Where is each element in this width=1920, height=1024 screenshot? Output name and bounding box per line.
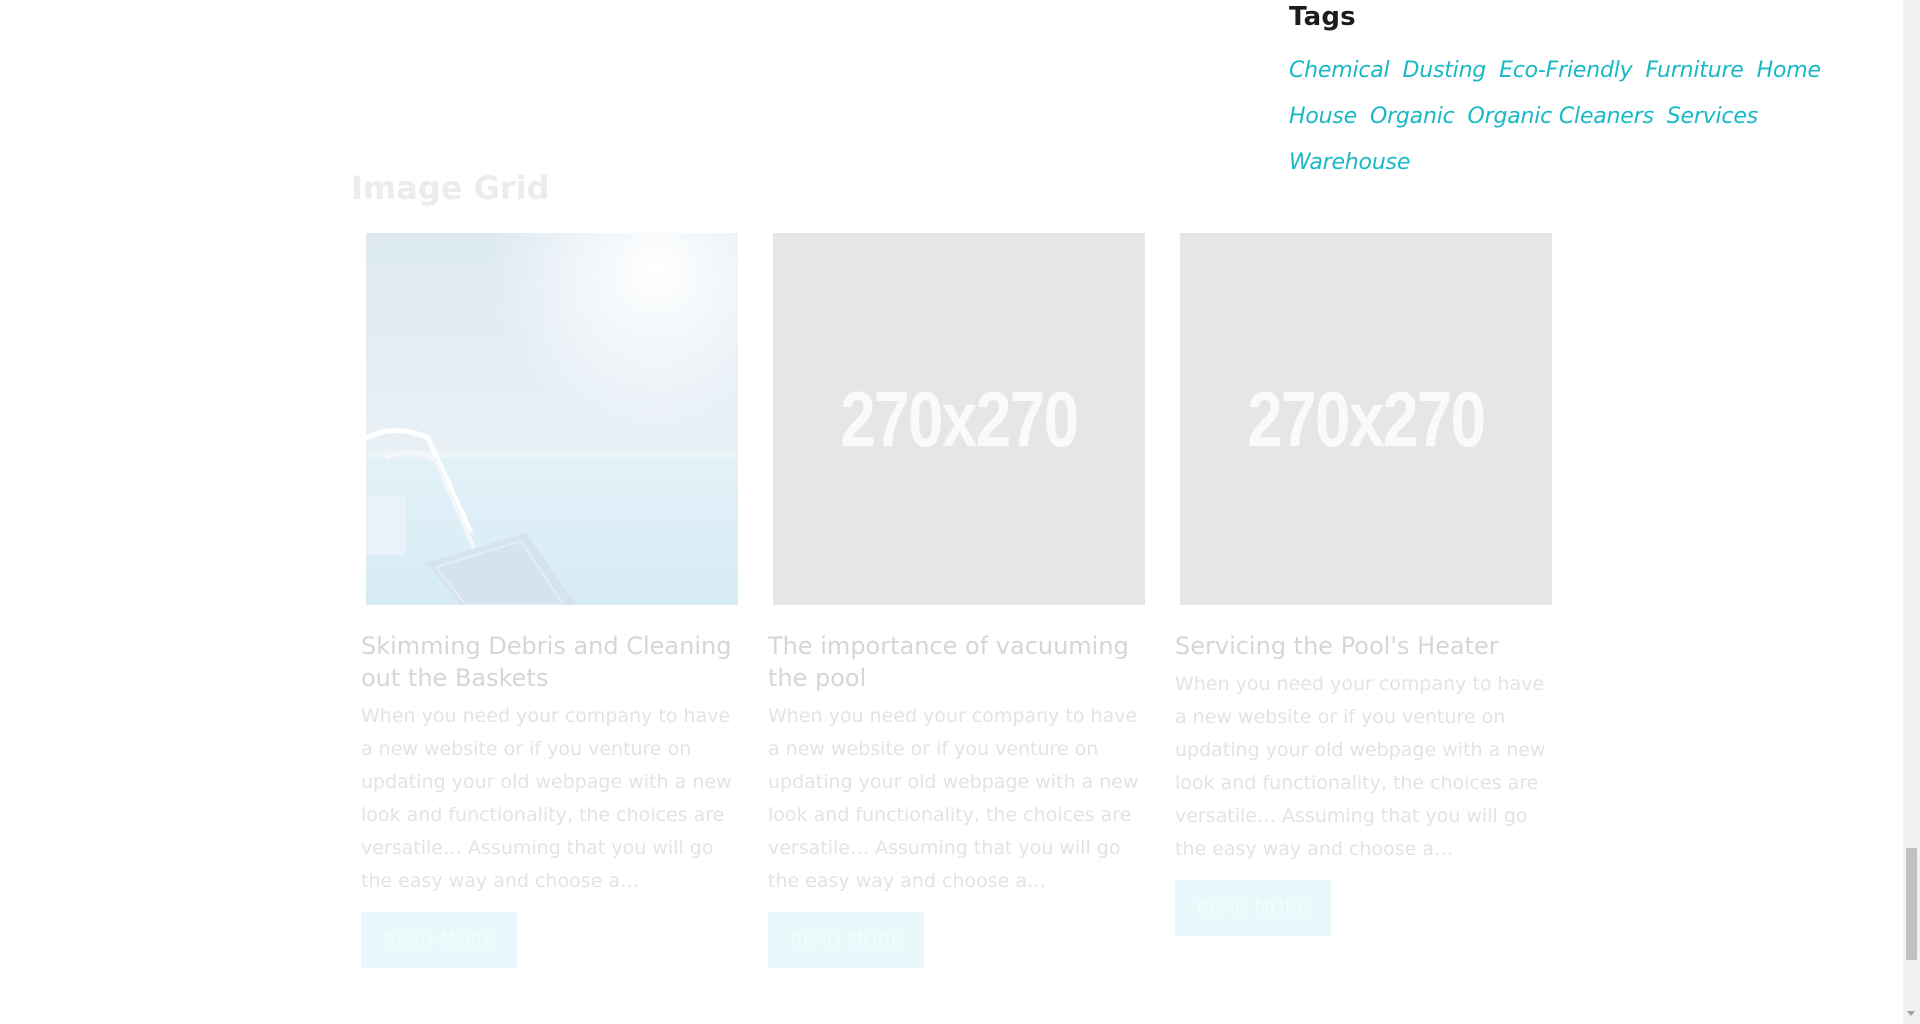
tag-link[interactable]: Furniture [1645,53,1743,89]
card-excerpt: When you need your company to have a new… [768,705,1139,892]
tag-link[interactable]: Home [1757,53,1821,89]
tag-link[interactable]: Eco-Friendly [1499,53,1633,89]
card-excerpt: When you need your company to have a new… [361,705,732,892]
tag-list: Chemical Dusting Eco-Friendly Furniture … [1289,53,1869,181]
image-placeholder[interactable]: 270x270 [773,233,1145,605]
pool-image-graphic [366,233,738,605]
scrollbar-thumb[interactable] [1906,848,1917,960]
image-placeholder[interactable]: 270x270 [1180,233,1552,605]
tags-widget: Tags Chemical Dusting Eco-Friendly Furni… [1289,0,1869,181]
vertical-scrollbar[interactable] [1903,0,1920,1024]
tag-link[interactable]: House [1289,99,1357,135]
tag-link[interactable]: Organic Cleaners [1468,99,1654,135]
tag-link[interactable]: Dusting [1402,53,1486,89]
card-title[interactable]: The importance of vacuuming the pool [768,630,1144,694]
card-title[interactable]: Servicing the Pool's Heater [1175,630,1551,662]
card-body: When you need your company to have a new… [1175,668,1551,936]
placeholder-label: 270x270 [1247,374,1486,463]
scroll-down-arrow-icon[interactable] [1907,1011,1915,1016]
placeholder-box: 270x270 [1180,233,1552,605]
read-more-button[interactable]: READ MORE [1175,880,1332,936]
card-excerpt: When you need your company to have a new… [1175,673,1546,860]
tag-link[interactable]: Chemical [1289,53,1390,89]
tag-link[interactable]: Services [1667,99,1758,135]
card-body: When you need your company to have a new… [361,700,737,968]
read-more-button[interactable]: READ MORE [361,912,518,968]
page: Tags Chemical Dusting Eco-Friendly Furni… [0,0,1920,1024]
pool-photo[interactable] [366,233,738,605]
read-more-button[interactable]: READ MORE [768,912,925,968]
card-title[interactable]: Skimming Debris and Cleaning out the Bas… [361,630,737,694]
card-body: When you need your company to have a new… [768,700,1144,968]
image-grid-section: Image Grid Skimming Debris and Cleaning … [351,164,1561,968]
tags-title: Tags [1289,2,1356,32]
placeholder-label: 270x270 [840,374,1079,463]
section-title: Image Grid [351,169,550,207]
tag-link[interactable]: Organic [1370,99,1455,135]
placeholder-box: 270x270 [773,233,1145,605]
